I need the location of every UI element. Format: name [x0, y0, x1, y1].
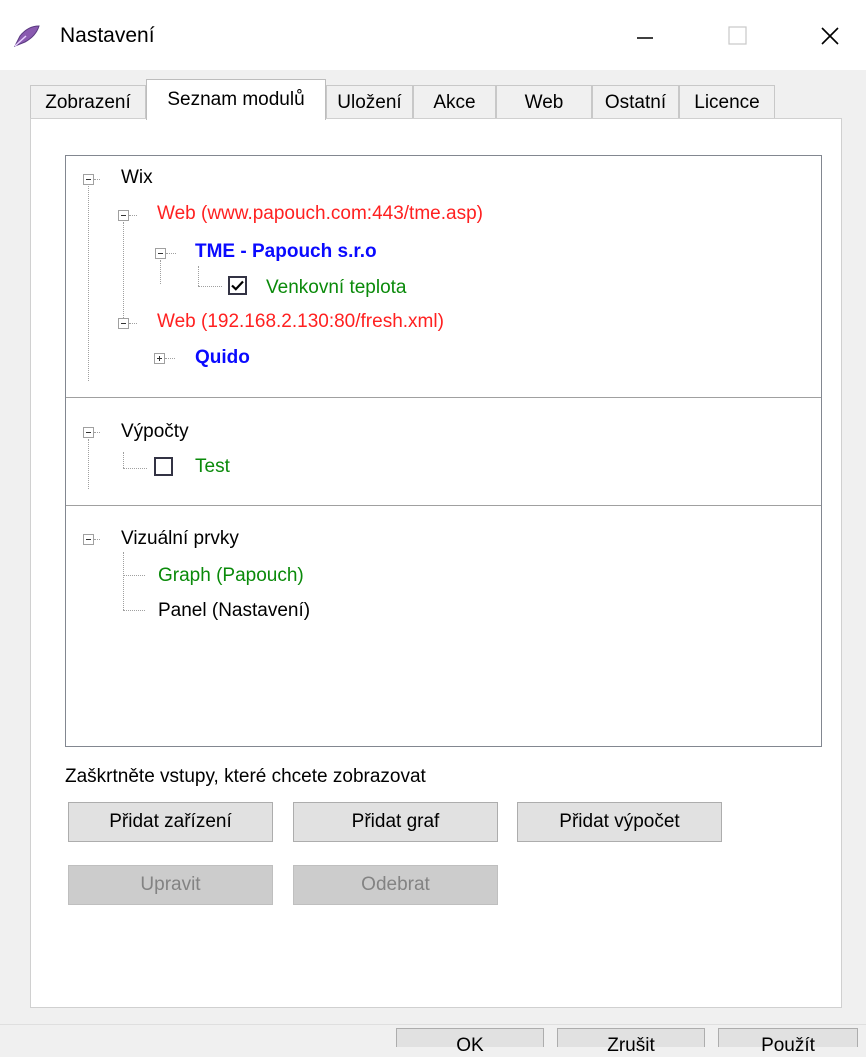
group-separator [66, 505, 821, 507]
tree-node-vizualni-prvky[interactable]: Vizuální prvky [121, 528, 239, 550]
collapse-device-icon[interactable] [155, 248, 166, 259]
collapse-web2-icon[interactable] [118, 318, 129, 329]
collapse-vypocty-icon[interactable] [83, 427, 94, 438]
tree-node-venkovni-teplota[interactable]: Venkovní teplota [266, 277, 407, 299]
tree-connector [94, 539, 100, 540]
tree-connector [123, 452, 124, 468]
maximize-button[interactable] [708, 10, 768, 62]
settings-window: Nastavení Zobrazení Seznam modulů Uložen… [0, 0, 866, 1056]
tree-connector [88, 439, 89, 489]
module-tree[interactable]: Wix Web (www.papouch.com:443/tme.asp) TM… [65, 155, 822, 747]
tree-connector [129, 215, 137, 216]
collapse-web1-icon[interactable] [118, 210, 129, 221]
checkbox-test[interactable] [154, 457, 173, 476]
feather-pen-icon [13, 25, 40, 47]
tree-connector [94, 432, 100, 433]
checkmark-icon [231, 280, 244, 291]
collapse-vizualni-prvky-icon[interactable] [83, 534, 94, 545]
tree-connector [198, 286, 222, 287]
tree-node-vypocty[interactable]: Výpočty [121, 421, 189, 443]
tree-connector [94, 179, 100, 180]
tree-connector [160, 260, 161, 284]
checkbox-venkovni-teplota[interactable] [228, 276, 247, 295]
tree-node-web2[interactable]: Web (192.168.2.130:80/fresh.xml) [157, 311, 444, 333]
remove-button[interactable]: Odebrat [293, 865, 498, 905]
tree-node-wix[interactable]: Wix [121, 167, 153, 189]
tree-connector [123, 468, 147, 469]
tree-node-panel[interactable]: Panel (Nastavení) [158, 600, 310, 622]
close-icon [821, 27, 839, 45]
tree-connector [165, 358, 175, 359]
tree-connector [123, 610, 145, 611]
window-title: Nastavení [60, 24, 155, 47]
tree-connector [198, 266, 199, 286]
tab-akce[interactable]: Akce [413, 85, 496, 119]
minimize-icon [637, 37, 653, 39]
tree-node-device-tme[interactable]: TME - Papouch s.r.o [195, 241, 377, 263]
cancel-button[interactable]: Zrušit [557, 1028, 705, 1056]
tab-ulozeni[interactable]: Uložení [326, 85, 413, 119]
minimize-button[interactable] [615, 10, 675, 62]
tree-connector [123, 222, 124, 322]
tree-node-device-quido[interactable]: Quido [195, 347, 250, 369]
add-calc-button[interactable]: Přidat výpočet [517, 802, 722, 842]
close-button[interactable] [800, 10, 860, 62]
tab-seznam-modulu[interactable]: Seznam modulů [146, 79, 326, 120]
tree-node-test[interactable]: Test [195, 456, 230, 478]
group-separator [66, 397, 821, 399]
maximize-icon [728, 26, 747, 45]
tree-connector [123, 552, 124, 610]
apply-button[interactable]: Použít [718, 1028, 858, 1056]
add-graph-button[interactable]: Přidat graf [293, 802, 498, 842]
expand-quido-icon[interactable] [154, 353, 165, 364]
tree-connector [123, 575, 145, 576]
hint-text: Zaškrtněte vstupy, které chcete zobrazov… [65, 766, 426, 787]
title-bar[interactable]: Nastavení [0, 0, 866, 70]
collapse-wix-icon[interactable] [83, 174, 94, 185]
tree-connector [88, 186, 89, 381]
tab-web[interactable]: Web [496, 85, 592, 119]
add-device-button[interactable]: Přidat zařízení [68, 802, 273, 842]
tab-licence[interactable]: Licence [679, 85, 775, 119]
footer-separator [0, 1024, 866, 1025]
ok-button[interactable]: OK [396, 1028, 544, 1056]
tree-node-web1[interactable]: Web (www.papouch.com:443/tme.asp) [157, 203, 483, 225]
tab-zobrazeni[interactable]: Zobrazení [30, 85, 146, 119]
edit-button[interactable]: Upravit [68, 865, 273, 905]
tree-node-graph[interactable]: Graph (Papouch) [158, 565, 304, 587]
tree-connector [129, 323, 137, 324]
tree-connector [166, 253, 176, 254]
tab-ostatni[interactable]: Ostatní [592, 85, 679, 119]
